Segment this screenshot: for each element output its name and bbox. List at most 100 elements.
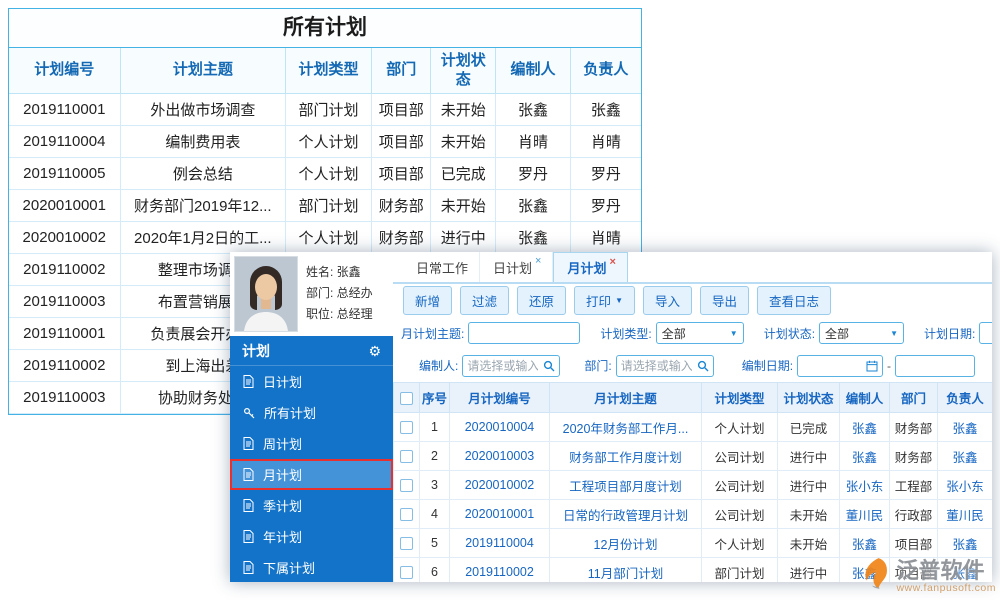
plan-link[interactable]: 张鑫 [952, 451, 977, 465]
table-row: 2020010001财务部门2019年12...部门计划财务部未开始张鑫罗丹 [9, 190, 641, 222]
plan-link[interactable]: 张鑫 [952, 422, 977, 436]
button-label: 导入 [655, 291, 680, 310]
cell-type: 公司计划 [702, 442, 778, 471]
column-header: 月计划主题 [550, 383, 702, 413]
type-select[interactable]: 全部 ▼ [656, 322, 744, 344]
plan-link[interactable]: 2020010001 [465, 507, 535, 521]
sidebar-item-5[interactable]: 年计划 [230, 521, 393, 552]
cell-type: 个人计划 [702, 529, 778, 558]
compile-date-from-box[interactable] [797, 355, 883, 377]
plan-link[interactable]: 2020年财务部工作月... [563, 422, 689, 436]
cell-subject: 财务部工作月度计划 [550, 442, 702, 471]
plan-link[interactable]: 张小东 [946, 480, 984, 494]
plan-link[interactable]: 2020010003 [465, 449, 535, 463]
plan-link[interactable]: 2019110002 [465, 565, 534, 579]
column-header: 计划状态 [778, 383, 840, 413]
sidebar-item-label: 月计划 [263, 465, 302, 484]
subject-filter-input[interactable] [468, 322, 580, 344]
chevron-down-icon: ▼ [890, 329, 898, 338]
sidebar-item-2[interactable]: 周计划 [230, 428, 393, 459]
cell: 2019110003 [9, 286, 120, 318]
sidebar-item-label: 季计划 [263, 496, 302, 515]
row-checkbox[interactable] [400, 479, 413, 492]
compile-date-from-input[interactable] [798, 357, 865, 375]
cell-subject: 12月份计划 [550, 529, 702, 558]
column-header: 负责人 [570, 48, 641, 94]
row-checkbox[interactable] [400, 566, 413, 579]
row-checkbox[interactable] [400, 537, 413, 550]
dept-search-input[interactable] [617, 357, 696, 375]
calendar-icon[interactable] [865, 360, 882, 372]
tab-0[interactable]: 日常工作 [403, 252, 480, 282]
sidebar-item-label: 下属计划 [263, 558, 315, 577]
plan-link[interactable]: 2020010004 [465, 420, 535, 434]
tab-label: 日计划 [493, 258, 532, 277]
compiler-search-box[interactable] [462, 355, 560, 377]
sidebar-item-1[interactable]: 所有计划 [230, 397, 393, 428]
compiler-search-input[interactable] [463, 357, 542, 375]
toolbar-button-5[interactable]: 导出 [700, 286, 749, 315]
toolbar-button-6[interactable]: 查看日志 [757, 286, 831, 315]
plan-link[interactable]: 日常的行政管理月计划 [563, 509, 688, 523]
cell-dept: 项目部 [890, 529, 938, 558]
document-icon [243, 499, 254, 512]
toolbar-button-1[interactable]: 过滤 [460, 286, 509, 315]
plan-link[interactable]: 2020010002 [465, 478, 535, 492]
plan-link[interactable]: 董川民 [846, 509, 884, 523]
plan-link[interactable]: 张小东 [846, 480, 884, 494]
plan-link[interactable]: 工程项目部月度计划 [569, 480, 682, 494]
row-checkbox[interactable] [400, 450, 413, 463]
plan-link[interactable]: 张鑫 [852, 538, 877, 552]
key-icon [243, 407, 255, 419]
cell: 未开始 [431, 190, 496, 222]
watermark: 泛普软件 www.fanpusoft.com [861, 557, 996, 596]
toolbar-button-2[interactable]: 还原 [517, 286, 566, 315]
plan-link[interactable]: 张鑫 [952, 538, 977, 552]
cell-no: 4 [420, 500, 450, 529]
status-select[interactable]: 全部 ▼ [819, 322, 904, 344]
search-icon[interactable] [696, 360, 713, 372]
toolbar-button-4[interactable]: 导入 [643, 286, 692, 315]
plan-link[interactable]: 财务部工作月度计划 [569, 451, 682, 465]
search-icon[interactable] [542, 360, 559, 372]
profile-department: 部门: 总经办 [306, 283, 373, 304]
toolbar-button-3[interactable]: 打印▼ [574, 286, 635, 315]
checkbox-cell [394, 529, 420, 558]
sidebar-item-4[interactable]: 季计划 [230, 490, 393, 521]
plan-date-input[interactable] [979, 322, 992, 344]
cell-no: 1 [420, 413, 450, 442]
column-header: 编制人 [496, 48, 571, 94]
sidebar-item-6[interactable]: 下属计划 [230, 552, 393, 582]
plan-link[interactable]: 11月部门计划 [588, 567, 663, 581]
dept-search-box[interactable] [616, 355, 714, 377]
cell-type: 公司计划 [702, 500, 778, 529]
sidebar-item-0[interactable]: 日计划 [230, 366, 393, 397]
plan-link[interactable]: 12月份计划 [594, 538, 658, 552]
cell-status: 进行中 [778, 471, 840, 500]
document-icon [243, 561, 254, 574]
page-title: 所有计划 [9, 9, 641, 48]
compile-date-filter-label: 编制日期: [742, 357, 793, 374]
plan-link[interactable]: 2019110004 [465, 536, 534, 550]
row-checkbox[interactable] [400, 508, 413, 521]
tab-2[interactable]: 月计划× [553, 252, 627, 282]
cell: 财务部门2019年12... [120, 190, 286, 222]
plan-link[interactable]: 张鑫 [852, 422, 877, 436]
sidebar-item-3[interactable]: 月计划 [230, 459, 393, 490]
profile-name: 姓名: 张鑫 [306, 262, 373, 283]
tab-1[interactable]: 日计划× [480, 252, 553, 282]
close-icon[interactable]: × [535, 256, 541, 267]
table-row: 2019110004编制费用表个人计划项目部未开始肖晴肖晴 [9, 126, 641, 158]
plan-link[interactable]: 董川民 [946, 509, 984, 523]
compile-date-to-input[interactable] [895, 355, 975, 377]
row-checkbox[interactable] [400, 421, 413, 434]
close-icon[interactable]: × [609, 257, 615, 268]
cell-status: 进行中 [778, 442, 840, 471]
plan-link[interactable]: 张鑫 [852, 451, 877, 465]
toolbar-button-0[interactable]: 新增 [403, 286, 452, 315]
gear-icon[interactable]: ⚙ [368, 344, 381, 358]
tab-bar: 日常工作日计划×月计划× [393, 252, 992, 284]
select-all-checkbox[interactable] [400, 392, 413, 405]
cell-type: 个人计划 [702, 413, 778, 442]
cell-compiler: 张鑫 [840, 529, 890, 558]
